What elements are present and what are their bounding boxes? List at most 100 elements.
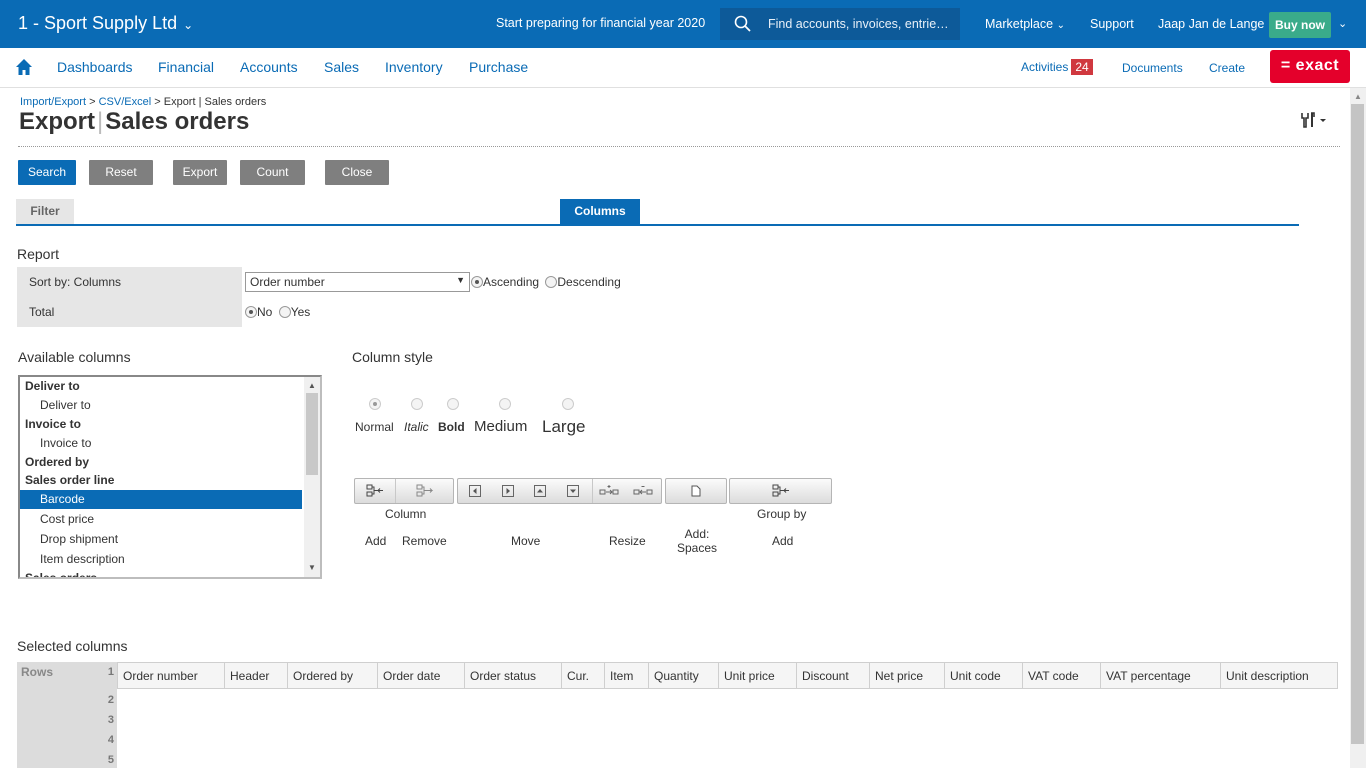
sort-by-select[interactable]: Order number ▼ [245,272,470,292]
move-right-icon[interactable] [492,479,524,503]
export-button[interactable]: Export [173,160,227,185]
move-up-icon[interactable] [524,479,556,503]
home-icon[interactable] [15,58,33,79]
column-header[interactable]: Item [605,662,649,689]
nav-sales[interactable]: Sales [324,59,359,75]
list-item[interactable]: Item description [20,550,302,569]
column-header[interactable]: Header [225,662,288,689]
buy-now-button[interactable]: Buy now [1269,12,1331,38]
count-button[interactable]: Count [240,160,305,185]
ascending-label: Ascending [483,275,540,289]
ascending-radio[interactable] [471,276,483,288]
move-left-icon[interactable] [458,479,492,503]
page-scrollbar[interactable]: ▲ [1350,88,1366,768]
list-item[interactable]: Deliver to [20,396,302,415]
column-header[interactable]: Unit price [719,662,797,689]
breadcrumb-csv-excel[interactable]: CSV/Excel [99,96,152,108]
style-medium-radio[interactable] [499,398,511,410]
row-number: 1 [107,666,114,678]
column-header[interactable]: Order status [465,662,562,689]
nav-accounts[interactable]: Accounts [240,59,298,75]
page-title-export: Export [19,108,96,135]
search-button[interactable]: Search [18,160,76,185]
nav-dashboards[interactable]: Dashboards [57,59,133,75]
tab-filter[interactable]: Filter [16,199,74,224]
style-normal-radio[interactable] [369,398,381,410]
total-yes-radio[interactable] [278,306,291,318]
reset-button[interactable]: Reset [89,160,153,185]
list-item[interactable]: Invoice to [20,434,302,453]
scroll-up-icon[interactable]: ▲ [308,381,316,390]
widen-column-icon[interactable] [592,479,626,503]
column-header[interactable]: Unit description [1221,662,1338,689]
add-column-icon[interactable] [355,479,395,503]
move-down-icon[interactable] [556,479,590,503]
selected-columns-grid: Rows 1 2 3 4 5 Order number Header Order… [17,662,1338,768]
column-header[interactable]: Order date [378,662,465,689]
breadcrumb-import-export[interactable]: Import/Export [20,96,86,108]
scrollbar-thumb[interactable] [1351,104,1364,744]
column-header[interactable]: Net price [870,662,945,689]
selected-columns-heading: Selected columns [17,638,128,654]
list-item[interactable]: Cost price [20,510,302,529]
nav-financial[interactable]: Financial [158,59,214,75]
column-label: Column [385,507,427,521]
list-item[interactable]: Ordered by [20,453,302,472]
sort-by-value: Order number [250,275,325,289]
descending-label: Descending [557,275,621,289]
tab-columns[interactable]: Columns [560,199,640,224]
create-link[interactable]: Create [1209,61,1245,75]
list-scrollbar[interactable]: ▲ ▼ [304,377,320,577]
style-bold-radio[interactable] [447,398,459,410]
chevron-down-icon[interactable]: ⌄ [1338,17,1347,30]
group-by-add-icon[interactable] [730,479,831,503]
list-item[interactable]: Sales order line [20,471,302,490]
column-header[interactable]: Unit code [945,662,1023,689]
user-menu[interactable]: Jaap Jan de Lange [1158,17,1264,31]
global-search[interactable]: Find accounts, invoices, entrie… [720,8,960,40]
search-input[interactable]: Find accounts, invoices, entrie… [768,17,949,31]
activities-link[interactable]: Activities 24 [1021,59,1093,75]
column-header[interactable]: Discount [797,662,870,689]
available-columns-list[interactable]: Deliver to Deliver to Invoice to Invoice… [18,375,322,579]
documents-link[interactable]: Documents [1122,61,1183,75]
chevron-down-icon: ⌄ [1056,20,1065,31]
list-item[interactable]: Deliver to [20,377,302,396]
list-item-selected[interactable]: Barcode [20,490,302,509]
column-header[interactable]: Cur. [562,662,605,689]
scrollbar-thumb[interactable] [306,393,318,475]
title-separator: | [97,108,104,135]
list-item[interactable]: Invoice to [20,415,302,434]
marketplace-menu[interactable]: Marketplace ⌄ [985,17,1065,31]
scroll-down-icon[interactable]: ▼ [308,563,316,572]
add-spaces-icon[interactable] [666,479,726,503]
sort-by-label: Sort by: Columns [17,267,242,297]
column-header[interactable]: Quantity [649,662,719,689]
style-italic-radio[interactable] [411,398,423,410]
nav-inventory[interactable]: Inventory [385,59,443,75]
page-title: Export|Sales orders [19,108,249,136]
remove-column-icon[interactable] [395,479,453,503]
column-header[interactable]: VAT code [1023,662,1101,689]
group-by-label: Group by [757,507,807,521]
descending-radio[interactable] [545,276,558,288]
scroll-up-icon[interactable]: ▲ [1354,92,1362,101]
column-header[interactable]: Ordered by [288,662,378,689]
narrow-column-icon[interactable] [626,479,661,503]
row-number: 4 [107,734,114,746]
column-header[interactable]: Order number [117,662,225,689]
nav-purchase[interactable]: Purchase [469,59,528,75]
support-link[interactable]: Support [1090,17,1134,31]
resize-label: Resize [609,534,646,548]
close-button[interactable]: Close [325,160,389,185]
list-item[interactable]: Drop shipment [20,530,302,549]
style-large-radio[interactable] [562,398,574,410]
list-item[interactable]: Sales orders [20,569,302,577]
add-spaces-label: Add: Spaces [676,527,718,555]
column-header[interactable]: VAT percentage [1101,662,1221,689]
tools-icon[interactable] [1300,112,1326,131]
company-switcher[interactable]: 1 - Sport Supply Ltd ⌄ [18,13,193,34]
chevron-down-icon: ⌄ [183,18,194,32]
financial-year-promo[interactable]: Start preparing for financial year 2020 [496,16,705,30]
total-no-radio[interactable] [245,306,257,318]
